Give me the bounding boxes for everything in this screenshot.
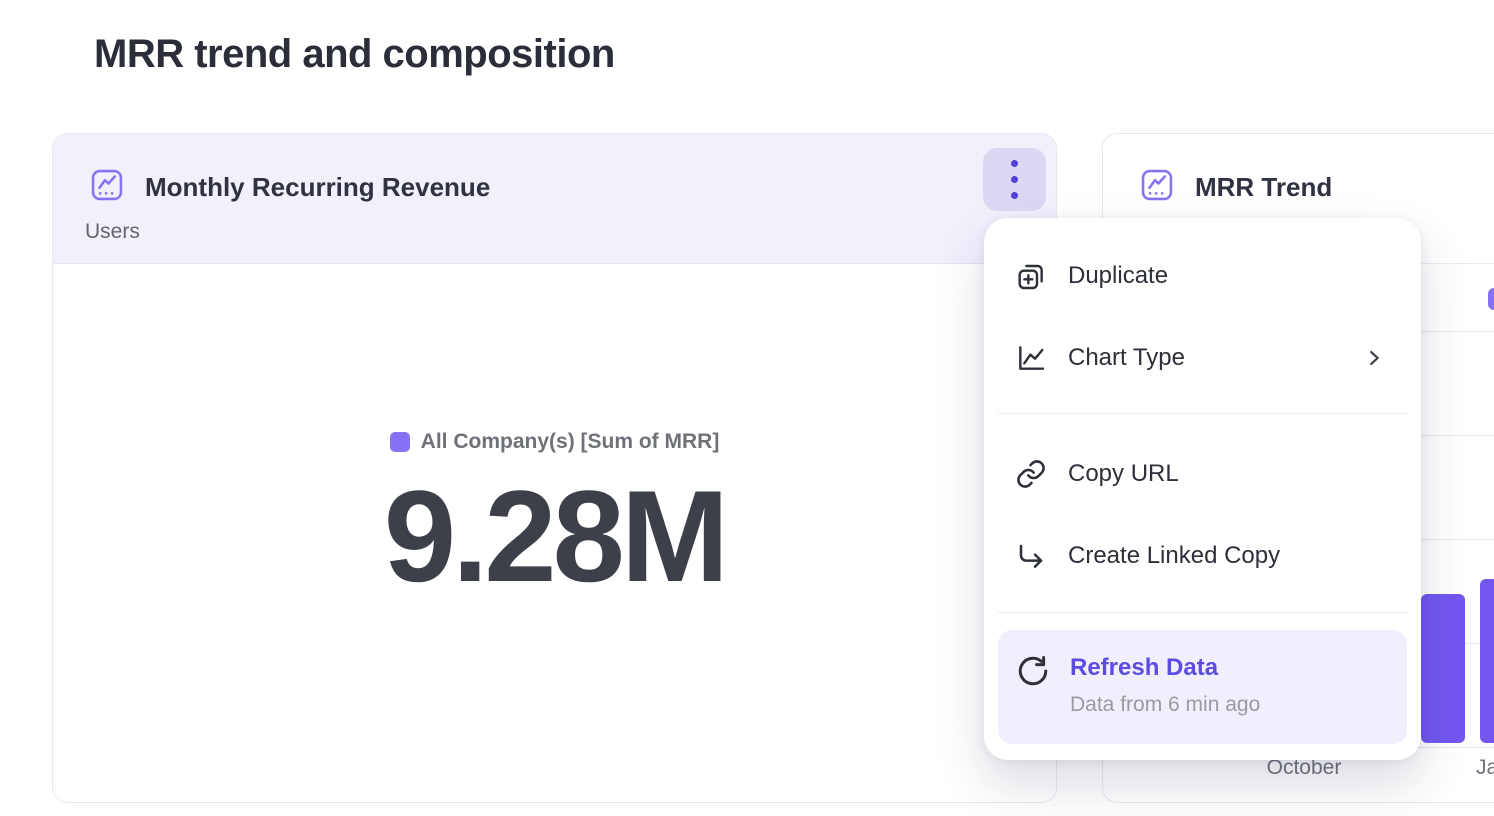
menu-item-label: Create Linked Copy — [1068, 542, 1280, 570]
menu-item-label: Duplicate — [1068, 262, 1168, 290]
menu-divider — [998, 413, 1407, 414]
kpi-legend: All Company(s) [Sum of MRR] — [390, 430, 720, 454]
refresh-icon — [1016, 654, 1050, 688]
menu-item-refresh-data[interactable]: Refresh Data Data from 6 min ago — [998, 630, 1407, 744]
kebab-dot — [1011, 176, 1018, 183]
menu-item-duplicate[interactable]: Duplicate — [984, 248, 1421, 304]
kebab-dot — [1011, 160, 1018, 167]
chevron-right-icon — [1363, 347, 1385, 369]
menu-item-chart-type[interactable]: Chart Type — [984, 330, 1421, 386]
refresh-data-age: Data from 6 min ago — [1070, 693, 1260, 717]
menu-item-copy-url[interactable]: Copy URL — [984, 446, 1421, 502]
chart-widget-icon — [89, 167, 125, 203]
chart-type-icon — [1014, 341, 1048, 375]
kpi-value: 9.28M — [384, 468, 725, 605]
menu-item-label: Chart Type — [1068, 344, 1185, 372]
x-axis-label: Ja — [1476, 756, 1494, 780]
mrr-kpi-card: Monthly Recurring Revenue Users All Comp… — [52, 133, 1057, 803]
card-options-kebab-button[interactable] — [983, 148, 1046, 211]
kpi-body: All Company(s) [Sum of MRR] 9.28M — [53, 430, 1056, 605]
mrr-kpi-card-header: Monthly Recurring Revenue Users — [53, 134, 1056, 264]
menu-item-create-linked-copy[interactable]: Create Linked Copy — [984, 528, 1421, 584]
page-title: MRR trend and composition — [94, 32, 615, 77]
menu-item-label: Refresh Data — [1070, 654, 1260, 682]
card-options-menu: Duplicate Chart Type Copy URL — [984, 218, 1421, 760]
legend-swatch — [390, 432, 410, 452]
link-icon — [1014, 457, 1048, 491]
duplicate-icon — [1014, 259, 1048, 293]
bar-october — [1421, 594, 1465, 743]
mrr-kpi-card-subtitle: Users — [85, 220, 140, 244]
trend-legend-swatch — [1488, 288, 1494, 310]
chart-widget-icon — [1139, 167, 1175, 203]
mrr-trend-card-title: MRR Trend — [1195, 172, 1332, 203]
corner-down-right-icon — [1014, 539, 1048, 573]
legend-label: All Company(s) [Sum of MRR] — [421, 430, 720, 454]
menu-divider — [998, 612, 1407, 613]
kebab-dot — [1011, 192, 1018, 199]
bar-january — [1480, 579, 1494, 743]
mrr-kpi-card-title: Monthly Recurring Revenue — [145, 172, 490, 203]
menu-item-label: Copy URL — [1068, 460, 1179, 488]
